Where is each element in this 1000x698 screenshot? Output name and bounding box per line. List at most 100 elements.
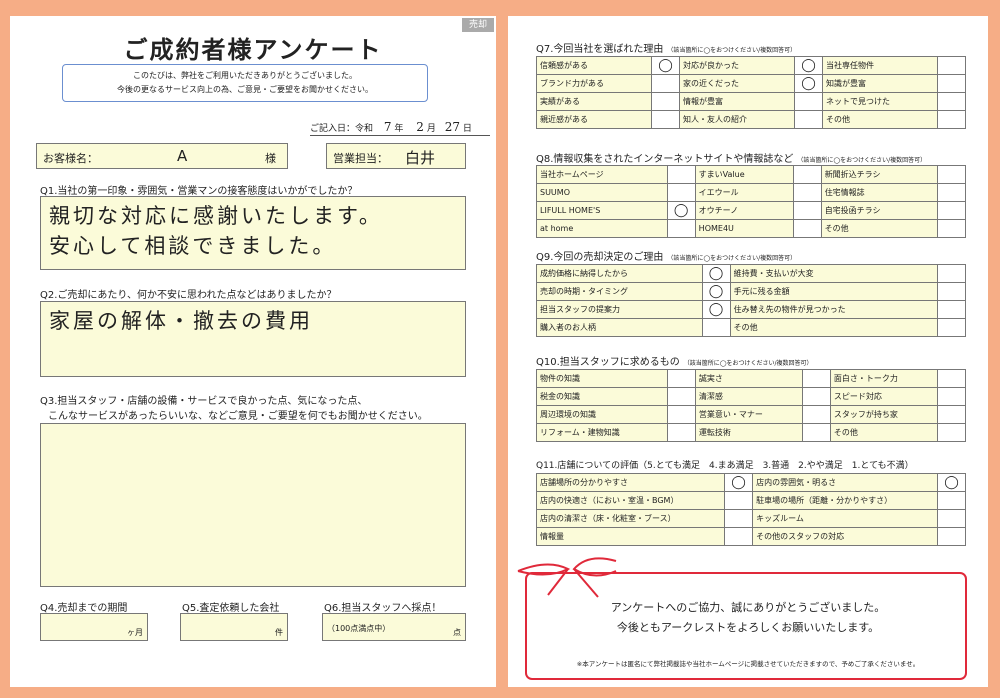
q4-answer-box[interactable]: ヶ月 <box>40 613 148 641</box>
option-checkbox[interactable] <box>792 183 822 202</box>
option-checkbox[interactable] <box>801 387 831 406</box>
option-checkbox[interactable]: ◯ <box>724 473 754 492</box>
option-checkbox[interactable] <box>801 423 831 442</box>
option-checkbox[interactable] <box>666 369 696 388</box>
option-label: ブランド力がある <box>536 74 652 93</box>
table-row: リフォーム・建物知識 運転技術 その他 <box>536 423 966 442</box>
option-label: 維持費・支払いが大変 <box>729 264 939 283</box>
survey-right-page: Q7.今回当社を選ばれた理由 （該当箇所に◯をおつけください/複数回答可） 信頼感… <box>508 16 988 687</box>
option-checkbox[interactable] <box>792 201 822 220</box>
option-label: 店舗場所の分かりやすさ <box>535 473 726 492</box>
option-checkbox[interactable] <box>666 423 696 442</box>
option-checkbox[interactable] <box>651 92 680 111</box>
q3-answer-box[interactable] <box>40 423 466 587</box>
table-row: 当社ホームページ すまいValue 新聞折込チラシ <box>536 165 966 184</box>
option-checkbox[interactable]: ◯ <box>794 74 823 93</box>
option-checkbox[interactable] <box>724 509 754 528</box>
option-checkbox[interactable] <box>937 264 966 283</box>
sales-staff-field[interactable]: 営業担当： 白井 <box>326 143 466 169</box>
option-label: 対応が良かった <box>679 56 795 75</box>
option-checkbox[interactable]: ◯ <box>937 473 966 492</box>
option-checkbox[interactable] <box>801 369 831 388</box>
table-row: ブランド力がある 家の近くだった ◯ 知識が豊富 <box>536 74 966 93</box>
option-label: 知人・友人の紹介 <box>679 110 795 129</box>
q9-table: 成約価格に納得したから ◯ 維持費・支払いが大変 売却の時期・タイミング ◯ 手元に残る金… <box>536 264 966 337</box>
q9-note: （該当箇所に◯をおつけください/複数回答可） <box>667 255 797 262</box>
option-checkbox[interactable] <box>651 74 680 93</box>
intro-line-2: 今後の更なるサービス向上の為、ご意見・ご要望をお聞かせください。 <box>117 85 373 94</box>
option-label: 税金の知識 <box>536 387 668 406</box>
option-checkbox[interactable]: ◯ <box>701 264 731 283</box>
option-label: キッズルーム <box>752 509 938 528</box>
option-checkbox[interactable] <box>794 110 823 129</box>
option-checkbox[interactable] <box>937 56 966 75</box>
option-checkbox[interactable] <box>937 509 966 528</box>
q5-answer-box[interactable]: 件 <box>180 613 288 641</box>
option-label: 周辺環境の知識 <box>536 405 668 424</box>
option-checkbox[interactable] <box>666 183 696 202</box>
customer-name-field[interactable]: お客様名： A 様 <box>36 143 288 169</box>
table-row: 情報量 その他のスタッフの対応 <box>535 527 966 546</box>
option-checkbox[interactable] <box>937 74 966 93</box>
option-label: 住み替え先の物件が見つかった <box>729 300 939 319</box>
option-checkbox[interactable] <box>937 201 966 220</box>
option-checkbox[interactable] <box>666 165 696 184</box>
option-label: 情報量 <box>535 527 726 546</box>
option-checkbox[interactable] <box>937 491 966 510</box>
option-checkbox[interactable]: ◯ <box>794 56 823 75</box>
customer-name-suffix: 様 <box>265 152 276 165</box>
option-checkbox[interactable] <box>651 110 680 129</box>
option-checkbox[interactable] <box>724 527 754 546</box>
q1-question: Q1.当社の第一印象・雰囲気・営業マンの接客態度はいかがでしたか？ <box>40 186 358 197</box>
option-label: SUUMO <box>536 183 668 202</box>
q4-question: Q4.売却までの期間 <box>40 603 128 614</box>
option-label: 実績がある <box>536 92 652 111</box>
option-label: 成約価格に納得したから <box>536 264 703 283</box>
option-checkbox[interactable] <box>666 405 696 424</box>
option-checkbox[interactable] <box>801 405 831 424</box>
option-label: その他 <box>829 423 939 442</box>
option-checkbox[interactable] <box>937 165 966 184</box>
q6-answer-box[interactable]: （100点満点中） 点 <box>322 613 466 641</box>
q10-table: 物件の知識 誠実さ 面白さ・トーク力 税金の知識 清潔感 スピード対応 周辺環境の知識 営業意… <box>536 369 966 442</box>
option-checkbox[interactable] <box>794 92 823 111</box>
survey-left-page: 売却 ご成約者様アンケート このたびは、弊社をご利用いただきありがとうございまし… <box>10 16 496 687</box>
option-checkbox[interactable]: ◯ <box>701 282 731 301</box>
q5-unit: 件 <box>275 628 283 637</box>
option-checkbox[interactable] <box>937 405 966 424</box>
q2-answer-box[interactable]: 家屋の解体・撤去の費用 <box>40 301 466 377</box>
table-row: 購入者のお人柄 その他 <box>536 318 966 337</box>
option-checkbox[interactable] <box>937 110 966 129</box>
option-label: 店内の雰囲気・明るさ <box>752 473 938 492</box>
option-checkbox[interactable] <box>666 219 696 238</box>
option-checkbox[interactable] <box>937 318 966 337</box>
option-checkbox[interactable]: ◯ <box>651 56 680 75</box>
option-checkbox[interactable] <box>937 423 966 442</box>
q1-answer-box[interactable]: 親切な対応に感謝いたします。 安心して相談できました。 <box>40 196 466 270</box>
option-label: ネットで見つけた <box>822 92 938 111</box>
q2-question: Q2.ご売却にあたり、何か不安に思われた点などはありましたか？ <box>40 290 337 301</box>
option-checkbox[interactable] <box>937 183 966 202</box>
option-checkbox[interactable] <box>937 282 966 301</box>
option-checkbox[interactable] <box>701 318 731 337</box>
option-checkbox[interactable] <box>792 165 822 184</box>
q9-head: Q9.今回の売却決定のご理由 <box>536 252 664 263</box>
q11-table: 店舗場所の分かりやすさ ◯ 店内の雰囲気・明るさ ◯ 店内の快適さ（におい・室温・BGM… <box>535 473 966 546</box>
option-checkbox[interactable]: ◯ <box>701 300 731 319</box>
q4-unit: ヶ月 <box>127 628 143 637</box>
option-checkbox[interactable] <box>937 369 966 388</box>
option-checkbox[interactable] <box>937 387 966 406</box>
option-checkbox[interactable] <box>937 219 966 238</box>
option-checkbox[interactable] <box>937 92 966 111</box>
option-checkbox[interactable]: ◯ <box>666 201 696 220</box>
survey-title: ご成約者様アンケート <box>123 36 383 64</box>
option-label: 情報が豊富 <box>679 92 795 111</box>
q8-question: Q8.情報収集をされたインターネットサイトや情報誌など （該当箇所に◯をおつけくだ… <box>536 150 926 165</box>
option-checkbox[interactable] <box>937 300 966 319</box>
option-label: 担当スタッフの提案力 <box>536 300 703 319</box>
table-row: 信頼感がある ◯ 対応が良かった ◯ 当社専任物件 <box>536 56 966 75</box>
option-checkbox[interactable] <box>724 491 754 510</box>
option-checkbox[interactable] <box>937 527 966 546</box>
option-checkbox[interactable] <box>666 387 696 406</box>
option-checkbox[interactable] <box>792 219 822 238</box>
